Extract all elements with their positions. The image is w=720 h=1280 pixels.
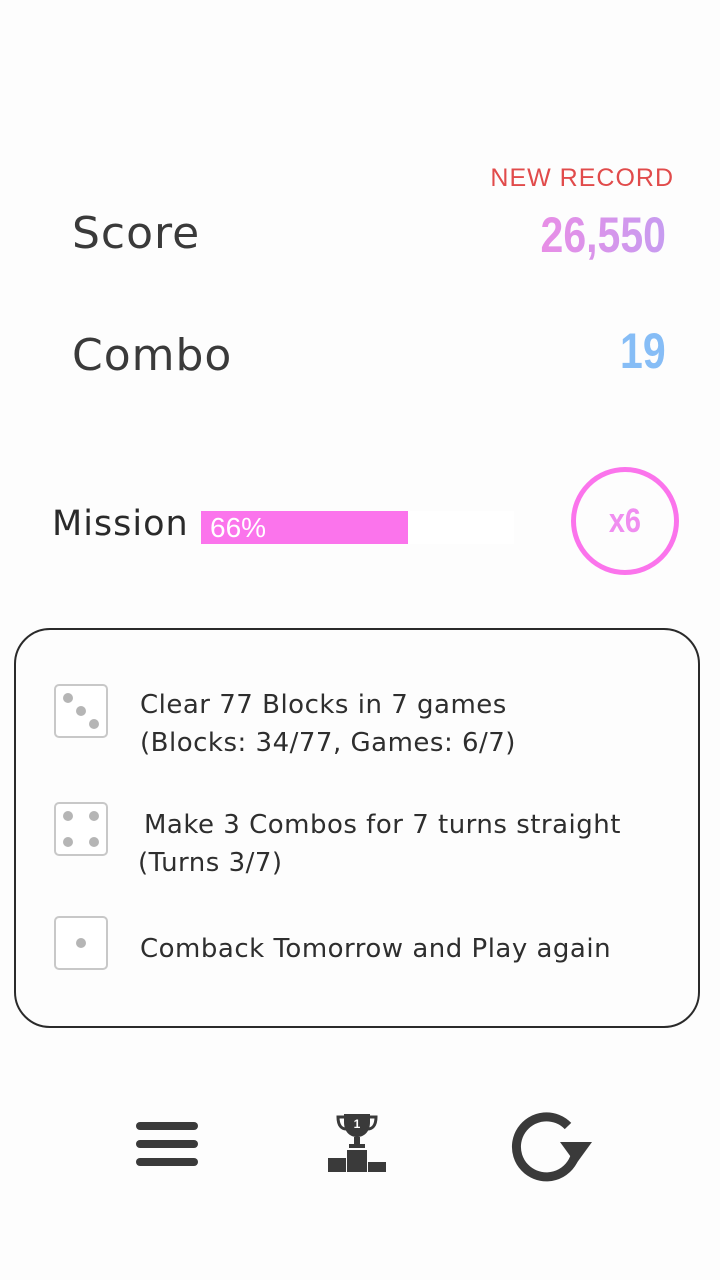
menu-icon[interactable]	[136, 1122, 198, 1168]
mission-label: Mission	[52, 504, 189, 544]
combo-value: 19	[620, 323, 666, 379]
combo-label: Combo	[72, 330, 233, 381]
mission-item-progress: (Blocks: 34/77, Games: 6/7)	[140, 728, 516, 758]
new-record-label: NEW RECORD	[490, 164, 674, 192]
dice-one-icon	[54, 916, 108, 970]
mission-progress-text: 66%	[210, 512, 267, 543]
mission-item-title: Make 3 Combos for 7 turns straight	[144, 810, 621, 840]
multiplier-text: x6	[608, 501, 642, 540]
dice-three-icon	[54, 684, 108, 738]
dice-four-icon	[54, 802, 108, 856]
mission-progress-bar: 66%	[201, 511, 514, 544]
leaderboard-trophy-icon[interactable]: 1	[326, 1112, 388, 1174]
mission-multiplier-badge: x6	[571, 467, 679, 575]
mission-item-title: Clear 77 Blocks in 7 games	[140, 690, 507, 720]
replay-icon[interactable]	[510, 1112, 594, 1184]
score-value: 26,550	[540, 207, 666, 263]
score-label: Score	[72, 208, 201, 259]
svg-text:1: 1	[354, 1117, 361, 1131]
mission-item-progress: (Turns 3/7)	[138, 848, 283, 878]
mission-list: Clear 77 Blocks in 7 games (Blocks: 34/7…	[14, 628, 700, 1028]
mission-item-title: Comback Tomorrow and Play again	[140, 934, 612, 964]
